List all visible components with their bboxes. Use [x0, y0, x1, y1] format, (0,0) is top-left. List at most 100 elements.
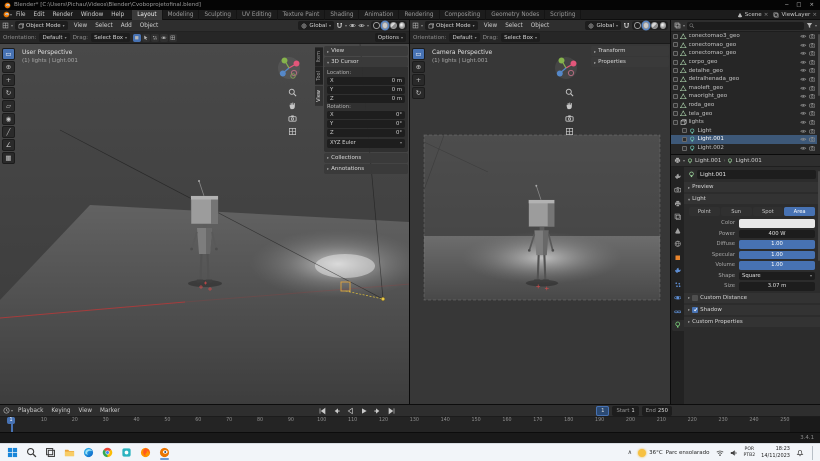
jump-to-start-icon[interactable] — [315, 406, 328, 416]
outliner-row[interactable]: roda_geo — [671, 101, 817, 110]
end-frame-field[interactable]: End250 — [642, 406, 672, 416]
view-panel-header[interactable]: ▸View — [324, 46, 408, 56]
toggle-icon[interactable] — [133, 34, 141, 42]
viewport-left-canvas[interactable]: User Perspective (1) lights | Light.001 … — [0, 44, 409, 404]
camera-visibility-icon[interactable] — [809, 93, 816, 100]
specular-slider[interactable]: 1.00 — [739, 251, 815, 260]
camera-visibility-icon[interactable] — [809, 33, 816, 40]
menu-item[interactable]: Help — [107, 12, 128, 18]
menu-item[interactable]: Select — [91, 23, 117, 29]
wireframe-shading-icon[interactable] — [373, 22, 380, 29]
power-field[interactable]: 400 W — [739, 230, 815, 239]
tool-button[interactable]: ⊕ — [2, 61, 15, 73]
language-indicator[interactable]: POR PTB2 — [744, 447, 756, 458]
camera-visibility-icon[interactable] — [809, 136, 816, 143]
edge-button[interactable] — [80, 445, 97, 460]
outliner-row[interactable]: lights — [671, 118, 817, 127]
outliner-checkbox[interactable] — [673, 68, 678, 73]
eye-icon[interactable] — [800, 145, 807, 152]
axis-value-field[interactable]: X0° — [327, 111, 405, 119]
outliner-checkbox[interactable] — [673, 103, 678, 108]
unlink-scene-icon[interactable]: × — [764, 12, 769, 18]
task-view-button[interactable] — [42, 445, 59, 460]
eye-icon[interactable] — [800, 93, 807, 100]
sidebar-panel-header[interactable]: ▸Transform — [591, 46, 669, 56]
camera-visibility-icon[interactable] — [809, 76, 816, 83]
eye-icon[interactable] — [800, 102, 807, 109]
menu-item[interactable]: Object — [527, 23, 554, 29]
eye-icon[interactable] — [800, 136, 807, 143]
play-reverse-icon[interactable] — [343, 406, 356, 416]
navigation-gizmo[interactable] — [554, 56, 578, 82]
tab-object[interactable] — [672, 252, 684, 263]
eye-icon[interactable] — [800, 67, 807, 74]
scene-selector[interactable]: Scene × — [737, 12, 769, 18]
tool-button[interactable]: ╱ — [2, 126, 15, 138]
drag-dropdown[interactable]: Select Box▾ — [91, 33, 130, 42]
tab-object-data[interactable] — [672, 320, 684, 331]
outliner-checkbox[interactable] — [673, 60, 678, 65]
light-type-button[interactable]: Spot — [753, 207, 784, 216]
toggle-icon[interactable] — [142, 34, 150, 42]
outliner-checkbox[interactable] — [673, 42, 678, 47]
hidden-icons-chevron-icon[interactable]: ∧ — [628, 449, 632, 456]
workspace-tab[interactable]: Geometry Nodes — [486, 10, 545, 20]
eye-icon[interactable] — [800, 33, 807, 40]
file-explorer-button[interactable] — [61, 445, 78, 460]
close-icon[interactable]: × — [809, 2, 814, 8]
firefox-button[interactable] — [137, 445, 154, 460]
unlink-viewlayer-icon[interactable]: × — [812, 12, 817, 18]
outliner-row[interactable]: detralhenada_geo — [671, 75, 817, 84]
clock[interactable]: 18:23 14/11/2023 — [761, 446, 790, 459]
search-button[interactable] — [23, 445, 40, 460]
shadow-panel-header[interactable]: ▸ Shadow — [684, 305, 820, 315]
shading-mode-switch[interactable] — [632, 21, 668, 30]
camera-visibility-icon[interactable] — [809, 128, 816, 135]
sidebar-tab[interactable]: View — [315, 86, 323, 106]
drag-dropdown[interactable]: Select Box▾ — [501, 33, 540, 42]
rotation-mode-dropdown[interactable]: XYZ Euler▾ — [327, 139, 405, 148]
proportional-editing-icon[interactable] — [349, 22, 356, 29]
shape-dropdown[interactable]: Square▾ — [739, 272, 815, 281]
current-frame-field[interactable]: 1 — [596, 406, 609, 416]
cursor-panel-header[interactable]: ▾3D Cursor — [324, 57, 408, 67]
menu-item[interactable]: File — [12, 12, 30, 18]
pan-hand-icon[interactable] — [288, 101, 297, 110]
outliner-row[interactable]: tela_geo — [671, 109, 817, 118]
editor-type-icon[interactable] — [2, 22, 9, 29]
orientation-dropdown[interactable]: Default▾ — [39, 33, 69, 42]
outliner-checkbox[interactable] — [682, 128, 687, 133]
outliner-checkbox[interactable] — [673, 77, 678, 82]
show-desktop-button[interactable] — [812, 446, 815, 460]
tab-scene[interactable] — [672, 225, 684, 236]
camera-visibility-icon[interactable] — [809, 59, 816, 66]
toggle-icon[interactable] — [169, 34, 177, 42]
menu-item[interactable]: Marker — [96, 408, 124, 414]
eye-icon[interactable] — [800, 110, 807, 117]
workspace-tab[interactable]: Animation — [359, 10, 399, 20]
transform-orientation-dropdown[interactable]: Global ▾ — [585, 21, 621, 30]
camera-visibility-icon[interactable] — [809, 85, 816, 92]
menu-item[interactable]: View — [480, 23, 502, 29]
outliner-row[interactable]: Light — [671, 127, 817, 136]
viewlayer-selector[interactable]: ViewLayer × — [773, 12, 817, 18]
eye-icon[interactable] — [800, 42, 807, 49]
workspace-tab[interactable]: Modeling — [163, 10, 200, 20]
zoom-icon[interactable] — [288, 88, 297, 97]
viewport-right-canvas[interactable]: Camera Perspective (1) lights | Light.00… — [410, 44, 670, 404]
eye-icon[interactable] — [800, 59, 807, 66]
outliner-checkbox[interactable] — [682, 137, 687, 142]
tab-constraints[interactable] — [672, 306, 684, 317]
light-type-button[interactable]: Sun — [721, 207, 752, 216]
camera-visibility-icon[interactable] — [809, 67, 816, 74]
outliner-checkbox[interactable] — [673, 94, 678, 99]
light-type-button[interactable]: Area — [784, 207, 815, 216]
sidebar-panel-header[interactable]: ▸Properties — [591, 57, 669, 67]
outliner-checkbox[interactable] — [673, 111, 678, 116]
minimize-icon[interactable]: ─ — [785, 2, 788, 8]
workspace-tab[interactable]: Sculpting — [199, 10, 237, 20]
diffuse-slider[interactable]: 1.00 — [739, 240, 815, 249]
rendered-shading-icon[interactable] — [399, 22, 406, 29]
tool-button[interactable]: ↻ — [2, 87, 15, 99]
outliner-row[interactable]: maoright_geo — [671, 92, 817, 101]
